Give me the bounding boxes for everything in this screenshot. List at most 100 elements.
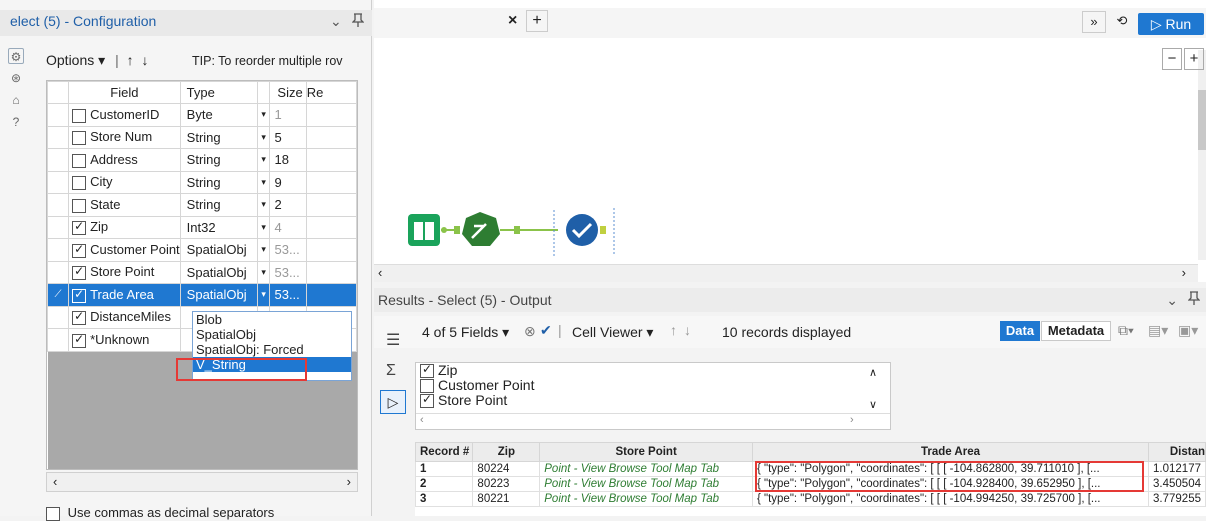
field-rename-cell[interactable] [305, 238, 357, 262]
distance-value[interactable]: 3.779255 [1148, 491, 1206, 507]
export-icon[interactable]: ▣▾ [1178, 322, 1198, 339]
field-list-hscroll[interactable]: ‹ › [416, 413, 890, 429]
field-checkbox[interactable] [72, 287, 87, 303]
col-header-distance[interactable]: Distan [1148, 442, 1206, 462]
field-row[interactable]: Store Num String ▾ 5 [47, 125, 357, 149]
type-dropdown-arrow[interactable]: ▾ [256, 238, 271, 262]
results-row[interactable]: 3 80221 Point - View Browse Tool Map Tab{ … [415, 491, 1206, 507]
field-row[interactable]: State String ▾ 2 [47, 193, 357, 217]
commas-checkbox[interactable] [46, 506, 60, 521]
horizontal-scrollbar[interactable]: ‹ › [46, 472, 358, 492]
field-type-cell[interactable]: String [179, 125, 258, 149]
field-size-cell[interactable]: 53... [269, 260, 307, 284]
field-filter-checkbox[interactable] [420, 392, 434, 409]
field-filter-checkbox[interactable] [420, 362, 434, 379]
field-checkbox[interactable] [72, 108, 87, 123]
list-scroll-down-icon[interactable]: ∨ [869, 398, 877, 411]
tab-close-icon[interactable]: × [508, 12, 517, 30]
field-row[interactable]: Address String ▾ 18 [47, 148, 357, 172]
field-type-cell[interactable]: String [179, 193, 258, 217]
field-filter-checkbox[interactable] [420, 379, 434, 394]
field-size-cell[interactable]: 1 [269, 103, 307, 127]
field-size-cell[interactable]: 18 [269, 148, 307, 172]
type-dropdown-arrow[interactable]: ▾ [256, 283, 271, 307]
connection-icon[interactable]: ⊛ [8, 70, 24, 86]
field-row[interactable]: CustomerID Byte ▾ 1 [47, 103, 357, 127]
field-row[interactable]: City String ▾ 9 [47, 170, 357, 194]
field-size-cell[interactable]: 53... [269, 238, 307, 262]
field-checkbox[interactable] [72, 131, 87, 146]
help-icon[interactable]: ? [8, 114, 24, 130]
field-name-cell[interactable]: City [68, 170, 181, 194]
field-name-cell[interactable]: State [68, 193, 181, 217]
list-scroll-up-icon[interactable]: ∧ [869, 366, 877, 379]
move-down-arrow-icon[interactable]: ↓ [141, 52, 148, 68]
col-header-store-point[interactable]: Store Point [539, 442, 753, 462]
field-filter-item[interactable]: Customer Point [416, 378, 890, 394]
field-checkbox[interactable] [72, 242, 87, 258]
more-menu-icon[interactable]: » [1082, 11, 1106, 33]
commas-option[interactable]: Use commas as decimal separators [46, 505, 274, 521]
field-size-cell[interactable]: 2 [269, 193, 307, 217]
field-row[interactable]: Customer Point SpatialObj ▾53... [47, 238, 357, 262]
field-checkbox[interactable] [72, 264, 87, 281]
field-row[interactable]: Store Point SpatialObj ▾53... [47, 260, 357, 284]
field-rename-cell[interactable] [305, 170, 357, 194]
field-name-cell[interactable]: DistanceMiles [68, 305, 181, 329]
store-point-link[interactable]: Point - View Browse Tool Map Tab [539, 476, 753, 492]
field-type-cell[interactable]: Byte [179, 103, 258, 127]
options-dropdown[interactable]: Options ▾ [46, 52, 105, 68]
field-checkbox[interactable] [72, 153, 87, 168]
results-chevron-down-icon[interactable]: ⌄ [1166, 292, 1178, 309]
trade-area-value[interactable]: { "type": "Polygon", "coordinates": [ [ … [751, 491, 1150, 507]
field-rename-cell[interactable] [305, 125, 357, 149]
store-point-link[interactable]: Point - View Browse Tool Map Tab [539, 491, 753, 507]
data-tab[interactable]: Data [1000, 321, 1040, 341]
field-size-cell[interactable]: 5 [269, 125, 307, 149]
zoom-in-button[interactable]: + [1184, 48, 1204, 70]
field-name-cell[interactable]: Store Point [68, 260, 181, 284]
type-dropdown-arrow[interactable]: ▾ [256, 215, 271, 239]
field-rename-cell[interactable] [305, 283, 357, 307]
cell-viewer-dropdown[interactable]: Cell Viewer ▾ [572, 324, 653, 341]
field-checkbox[interactable] [72, 219, 87, 236]
sigma-icon[interactable]: Σ [386, 362, 396, 380]
field-name-cell[interactable]: CustomerID [68, 103, 181, 127]
field-filter-item[interactable]: Store Point [416, 392, 890, 409]
field-checkbox[interactable] [72, 332, 87, 348]
type-dropdown-arrow[interactable]: ▾ [256, 260, 271, 284]
field-type-cell[interactable]: SpatialObj [179, 260, 258, 284]
list-scroll-right-icon[interactable]: › [850, 414, 854, 426]
field-rename-cell[interactable] [305, 215, 357, 239]
pin-icon[interactable] [351, 13, 365, 30]
type-option[interactable]: Blob [193, 312, 351, 327]
field-type-cell[interactable]: Int32 [179, 215, 258, 239]
clear-filter-icon[interactable]: ⊗ [524, 323, 536, 340]
field-row[interactable]: Zip Int32 ▾4 [47, 215, 357, 239]
canvas-vertical-scrollbar[interactable] [1198, 50, 1206, 260]
field-name-cell[interactable]: Address [68, 148, 181, 172]
field-size-cell[interactable]: 9 [269, 170, 307, 194]
history-icon[interactable]: ⟲ [1110, 11, 1134, 33]
distance-value[interactable]: 3.450504 [1148, 476, 1206, 492]
field-name-cell[interactable]: Customer Point [68, 238, 181, 262]
workflow-canvas[interactable]: ‹ › [374, 0, 1206, 282]
message-icon[interactable]: ▷ [380, 390, 406, 414]
canvas-scroll-right-icon[interactable]: › [1182, 265, 1186, 280]
field-rename-cell[interactable] [305, 193, 357, 217]
list-scroll-left-icon[interactable]: ‹ [420, 414, 424, 426]
canvas-scroll-left-icon[interactable]: ‹ [378, 265, 382, 280]
field-type-cell[interactable]: String [179, 170, 258, 194]
field-name-cell[interactable]: Store Num [68, 125, 181, 149]
field-checkbox[interactable] [72, 176, 87, 191]
col-header-zip[interactable]: Zip [472, 442, 541, 462]
field-name-cell[interactable]: Trade Area [68, 283, 181, 307]
zip-value[interactable]: 80224 [472, 461, 541, 477]
type-dropdown-arrow[interactable]: ▾ [256, 193, 271, 217]
copy-icon[interactable]: ⧉▾ [1118, 322, 1134, 339]
chevron-down-icon[interactable]: ⌄ [330, 13, 342, 30]
canvas-horizontal-scrollbar[interactable]: ‹ › [374, 264, 1198, 282]
type-dropdown-arrow[interactable]: ▾ [256, 103, 271, 127]
fields-dropdown[interactable]: 4 of 5 Fields ▾ [422, 324, 509, 341]
type-dropdown-arrow[interactable]: ▾ [256, 125, 271, 149]
